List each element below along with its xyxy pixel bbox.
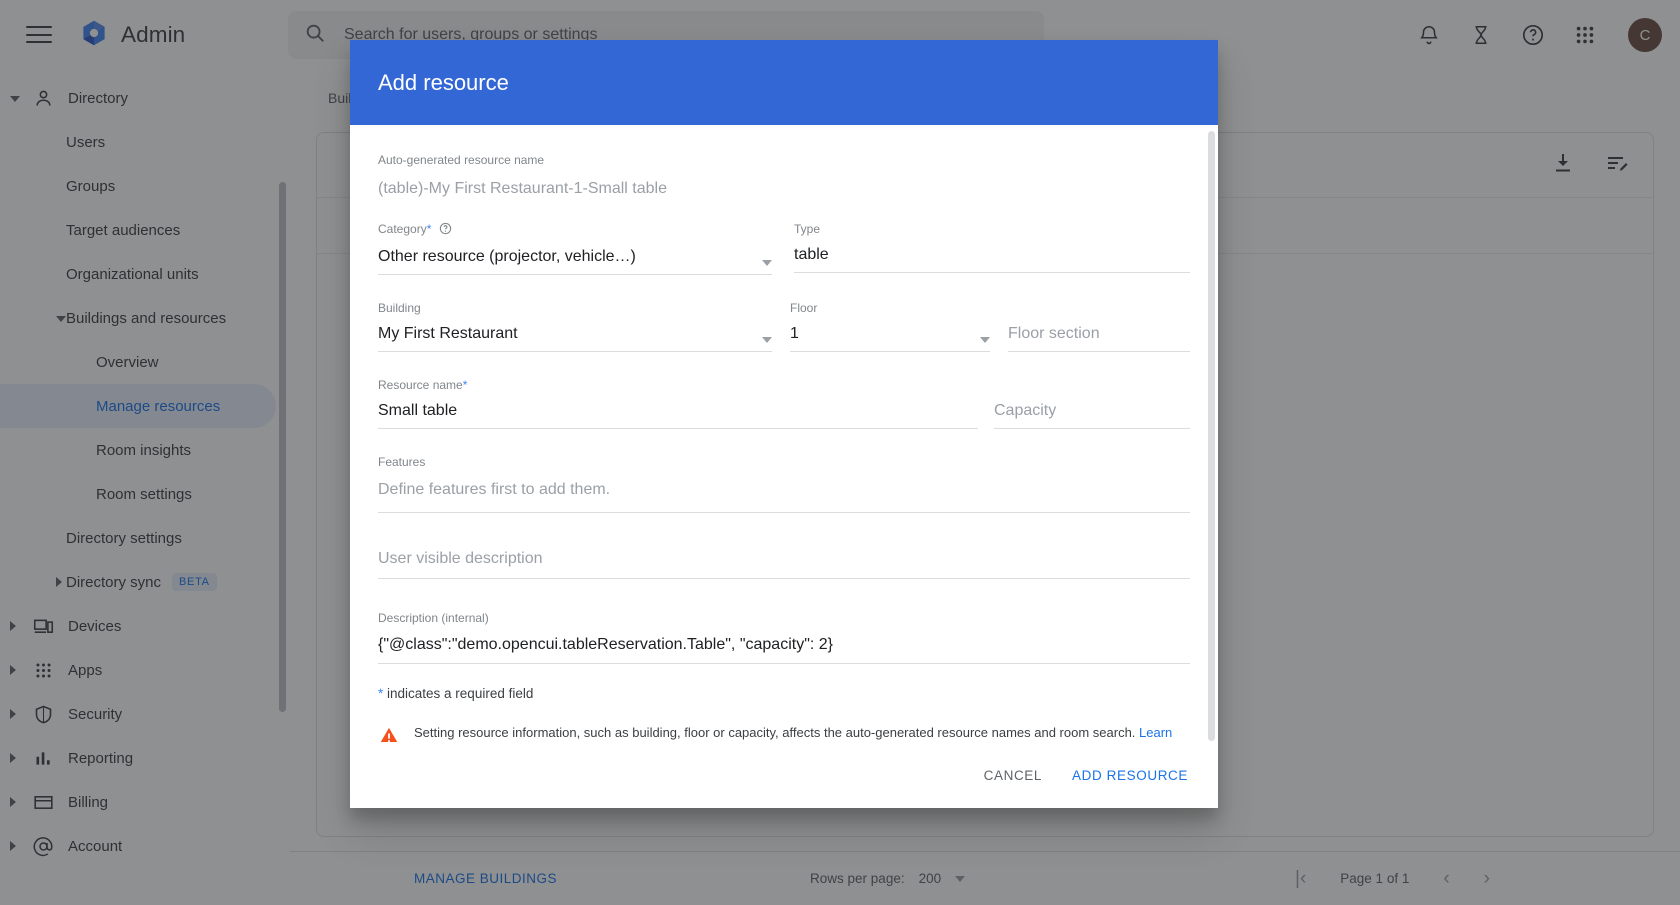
warning-triangle-icon: [378, 725, 400, 742]
required-field-note: * indicates a required field: [378, 686, 534, 701]
auto-generated-name-label: Auto-generated resource name: [378, 153, 545, 167]
dialog-title: Add resource: [378, 69, 509, 95]
add-resource-dialog: Add resource Auto-generated resource nam…: [350, 40, 1218, 808]
resource-name-field[interactable]: Resource name* Small table: [378, 378, 978, 429]
type-field[interactable]: Type table: [794, 222, 1190, 275]
floor-value[interactable]: 1: [790, 325, 799, 343]
auto-generated-name-field: Auto-generated resource name (table)-My …: [378, 153, 1190, 198]
help-circle-icon[interactable]: [439, 222, 452, 238]
resource-name-value[interactable]: Small table: [378, 402, 457, 419]
features-field: Features Define features first to add th…: [378, 455, 1190, 513]
building-value[interactable]: My First Restaurant: [378, 325, 518, 343]
building-field[interactable]: Building My First Restaurant: [378, 301, 772, 352]
capacity-field[interactable]: Capacity: [994, 402, 1190, 429]
category-label: Category*: [378, 222, 772, 238]
user-visible-description-input[interactable]: User visible description: [378, 550, 543, 567]
capacity-input[interactable]: Capacity: [994, 402, 1056, 419]
floor-field[interactable]: Floor 1: [790, 301, 990, 352]
warning-text: Setting resource information, such as bu…: [414, 723, 1180, 742]
floor-section-field[interactable]: Floor section: [1008, 325, 1190, 352]
dialog-header: Add resource: [350, 40, 1218, 125]
features-empty-text: Define features first to add them.: [378, 481, 611, 498]
internal-description-label: Description (internal): [378, 611, 489, 625]
internal-description-field[interactable]: Description (internal) {"@class":"demo.o…: [378, 611, 1190, 664]
resource-name-label: Resource name*: [378, 378, 468, 392]
dialog-footer: CANCEL ADD RESOURCE: [350, 742, 1218, 808]
type-value[interactable]: table: [794, 246, 829, 263]
features-label: Features: [378, 455, 426, 469]
add-resource-button[interactable]: ADD RESOURCE: [1072, 768, 1188, 783]
floor-section-input[interactable]: Floor section: [1008, 325, 1100, 342]
chevron-down-icon[interactable]: [980, 337, 990, 343]
type-label: Type: [794, 222, 821, 236]
category-field[interactable]: Category* Other resource (projector, veh…: [378, 222, 772, 275]
chevron-down-icon[interactable]: [762, 337, 772, 343]
warning-notice: Setting resource information, such as bu…: [378, 723, 1190, 742]
dialog-body: Auto-generated resource name (table)-My …: [350, 125, 1218, 742]
internal-description-value[interactable]: {"@class":"demo.opencui.tableReservation…: [378, 636, 833, 653]
floor-label: Floor: [790, 301, 818, 315]
user-visible-description-field[interactable]: User visible description: [378, 550, 1190, 579]
category-value[interactable]: Other resource (projector, vehicle…): [378, 248, 636, 266]
dialog-scrollbar[interactable]: [1208, 131, 1215, 741]
auto-generated-name-value: (table)-My First Restaurant-1-Small tabl…: [378, 180, 667, 197]
chevron-down-icon[interactable]: [762, 260, 772, 266]
building-label: Building: [378, 301, 421, 315]
cancel-button[interactable]: CANCEL: [984, 768, 1042, 783]
